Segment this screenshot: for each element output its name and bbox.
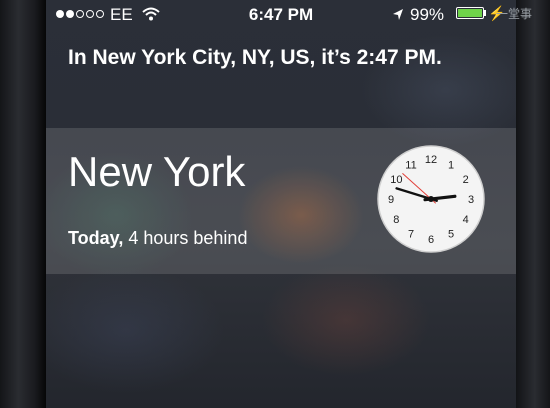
status-bar: EE 6:47 PM 99% ⚡ xyxy=(46,0,516,30)
location-arrow-icon xyxy=(392,7,404,27)
city-name: New York xyxy=(68,148,246,195)
battery-icon xyxy=(456,7,484,19)
world-clock-card[interactable]: New York Today, 4 hours behind 12 1 2 3 4 5 6 7… xyxy=(46,128,516,274)
clock-numeral: 4 xyxy=(463,214,469,226)
battery-cap xyxy=(484,10,486,16)
clock-numeral: 5 xyxy=(448,229,454,241)
offset-label: 4 hours behind xyxy=(128,228,248,248)
phone-bezel-left xyxy=(0,0,46,408)
status-time: 6:47 PM xyxy=(248,5,314,24)
siri-response-text: In New York City, NY, US, it’s 2:47 PM. xyxy=(68,46,442,69)
battery-percentage: 99% xyxy=(410,5,445,24)
phone-bezel-right xyxy=(516,0,550,408)
clock-numeral: 9 xyxy=(388,194,394,206)
clock-numeral: 7 xyxy=(408,229,414,241)
clock-numeral: 11 xyxy=(405,159,416,171)
watermark-text: 一堂事 xyxy=(496,7,533,21)
clock-numeral: 6 xyxy=(428,234,434,246)
analog-clock-icon: 12 1 2 3 4 5 6 7 8 9 10 11 xyxy=(376,144,486,254)
clock-numeral: 10 xyxy=(390,174,402,186)
clock-numeral: 1 xyxy=(448,159,454,171)
phone-screen: EE 6:47 PM 99% ⚡ In New York City, NY, U… xyxy=(46,0,516,408)
clock-center xyxy=(428,196,434,202)
day-label: Today, xyxy=(68,228,124,248)
clock-numeral: 3 xyxy=(468,194,474,206)
clock-numeral: 2 xyxy=(463,174,469,186)
clock-numeral: 8 xyxy=(393,214,399,226)
time-offset: Today, 4 hours behind xyxy=(68,228,247,249)
clock-numeral: 12 xyxy=(425,154,437,166)
